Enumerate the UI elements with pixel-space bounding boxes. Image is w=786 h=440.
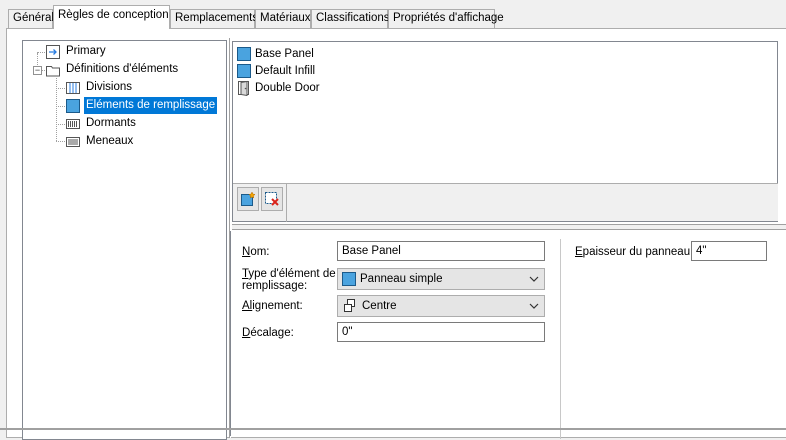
tree-item-label: Meneaux bbox=[86, 135, 134, 147]
list-item-label: Double Door bbox=[255, 81, 320, 94]
tab-label: Matériaux bbox=[260, 12, 311, 24]
horizontal-splitter[interactable] bbox=[232, 224, 786, 230]
list-item-label: Base Panel bbox=[255, 47, 314, 60]
tab-label: Classifications bbox=[316, 12, 390, 24]
tree-item-definitions[interactable]: Définitions d'éléments bbox=[45, 61, 180, 78]
tree-item-label: Primary bbox=[66, 45, 106, 57]
panel-thickness-label: Epaisseur du panneau: bbox=[575, 246, 694, 258]
tab-label: Règles de conception bbox=[58, 9, 169, 21]
tree-connector bbox=[37, 52, 45, 53]
tab-label: Général bbox=[13, 12, 54, 24]
tab-general[interactable]: Général bbox=[8, 9, 54, 28]
infill-type-dropdown[interactable]: Panneau simple bbox=[337, 268, 545, 290]
list-item-double-door[interactable]: Double Door bbox=[233, 79, 777, 96]
element-tree[interactable]: − Primary Définitions d'éléments Divisio… bbox=[22, 40, 227, 440]
list-item-label: Default Infill bbox=[255, 64, 316, 77]
infill-list[interactable]: Base Panel Default Infill Double Door bbox=[232, 41, 778, 222]
door-icon bbox=[238, 80, 249, 96]
tree-item-mullions[interactable]: Meneaux bbox=[65, 133, 135, 150]
alignment-label: Alignement: bbox=[242, 300, 303, 312]
new-infill-icon bbox=[241, 191, 256, 206]
tab-label: Propriétés d'affichage bbox=[393, 12, 504, 24]
tab-classifications[interactable]: Classifications bbox=[311, 9, 390, 28]
offset-field[interactable]: 0" bbox=[337, 322, 545, 342]
tree-item-label: Dormants bbox=[86, 117, 136, 129]
new-infill-button[interactable] bbox=[237, 187, 259, 211]
list-item-base-panel[interactable]: Base Panel bbox=[233, 45, 777, 62]
tree-connector bbox=[56, 88, 65, 89]
tab-materials[interactable]: Matériaux bbox=[255, 9, 311, 28]
panel-icon bbox=[237, 63, 251, 78]
panel-thickness-field[interactable]: 4" bbox=[691, 241, 767, 261]
collapse-toggle[interactable]: − bbox=[33, 66, 42, 75]
tree-item-frames[interactable]: Dormants bbox=[65, 115, 138, 132]
tab-display-properties[interactable]: Propriétés d'affichage bbox=[388, 9, 504, 28]
tree-connector bbox=[56, 106, 65, 107]
tree-connector bbox=[56, 141, 65, 142]
panel-icon bbox=[342, 272, 356, 286]
name-field[interactable]: Base Panel bbox=[337, 241, 545, 261]
infill-icon bbox=[66, 98, 80, 113]
name-label: Nom: bbox=[242, 246, 270, 258]
offset-label: Décalage: bbox=[242, 327, 294, 339]
infill-type-label: Type d'élément de remplissage: bbox=[242, 268, 336, 292]
tree-item-label: Divisions bbox=[86, 81, 133, 93]
tab-label: Remplacements bbox=[175, 12, 259, 24]
tab-bar: Général Règles de conception Remplacemen… bbox=[0, 0, 786, 29]
tree-item-label: Eléments de remplissage bbox=[84, 97, 218, 114]
tree-connector bbox=[56, 124, 65, 125]
list-toolbar bbox=[233, 183, 778, 222]
tree-item-primary[interactable]: Primary bbox=[45, 43, 108, 60]
alignment-dropdown[interactable]: Centre bbox=[337, 295, 545, 317]
divisions-icon bbox=[66, 81, 80, 94]
center-align-icon bbox=[344, 299, 355, 312]
delete-infill-icon bbox=[265, 192, 279, 206]
panel-icon bbox=[237, 46, 251, 61]
list-item-default-infill[interactable]: Default Infill bbox=[233, 62, 777, 79]
properties-panel: Nom: Base Panel Type d'élément de rempli… bbox=[230, 231, 786, 439]
mullions-icon bbox=[66, 136, 80, 147]
delete-infill-button[interactable] bbox=[261, 187, 283, 211]
chevron-down-icon bbox=[529, 276, 539, 282]
tab-overrides[interactable]: Remplacements bbox=[170, 9, 259, 28]
folder-icon bbox=[46, 65, 60, 76]
properties-divider bbox=[560, 239, 561, 439]
tree-item-divisions[interactable]: Divisions bbox=[65, 79, 134, 96]
toolbar-separator bbox=[286, 184, 287, 222]
chevron-down-icon bbox=[529, 303, 539, 309]
frames-icon bbox=[66, 118, 80, 129]
tree-item-infill-elements[interactable]: Eléments de remplissage bbox=[65, 97, 218, 114]
primary-arrow-icon bbox=[46, 44, 60, 59]
tree-item-label: Définitions d'éléments bbox=[66, 63, 179, 75]
tab-design-rules[interactable]: Règles de conception bbox=[53, 5, 170, 29]
